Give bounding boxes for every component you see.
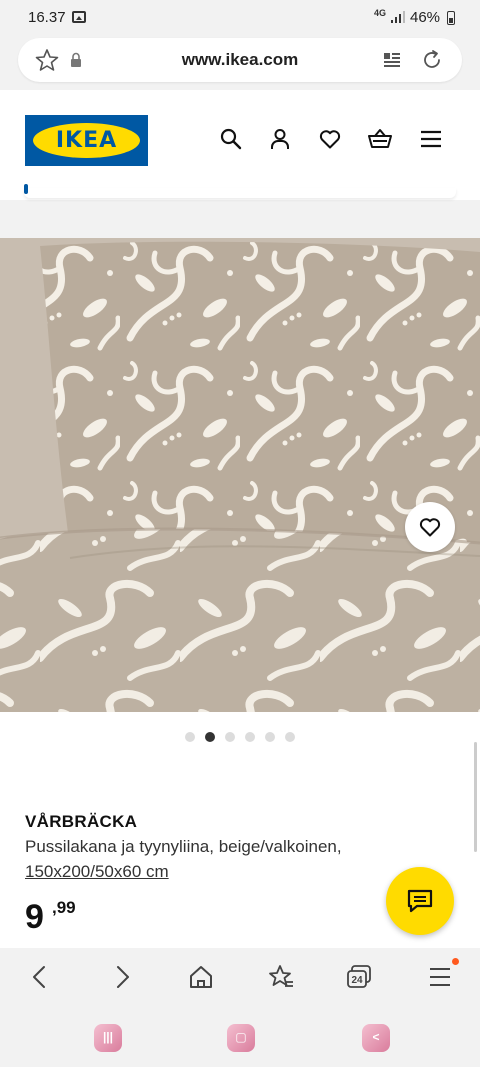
search-icon[interactable]	[219, 127, 243, 151]
browser-toolbar: 24	[0, 948, 480, 1008]
notification-dot	[452, 958, 459, 965]
bookmarks-icon[interactable]	[267, 964, 295, 990]
carousel-dot[interactable]	[245, 732, 255, 742]
heart-icon	[419, 518, 441, 537]
carousel-dot[interactable]	[185, 732, 195, 742]
account-icon[interactable]	[268, 127, 292, 151]
product-info: VÅRBRÄCKA Pussilakana ja tyynyliina, bei…	[0, 712, 480, 948]
recent-apps-button[interactable]: |||	[94, 1024, 122, 1052]
home-button[interactable]: ▢	[227, 1024, 255, 1052]
product-image[interactable]	[0, 238, 480, 712]
forward-icon[interactable]	[110, 964, 134, 990]
signal-icon	[391, 11, 405, 23]
product-name: VÅRBRÄCKA	[25, 812, 138, 831]
status-bar: 16.37 4G 46%	[0, 0, 480, 34]
back-icon[interactable]	[28, 964, 52, 990]
menu-icon[interactable]	[419, 127, 443, 151]
price-main: 9	[25, 898, 44, 936]
image-carousel-dots	[0, 732, 480, 742]
price-decimals: ,99	[52, 898, 76, 917]
system-back-icon: <	[372, 1030, 380, 1044]
gallery-notification-icon	[72, 11, 86, 23]
system-navigation-bar: ||| ▢ <	[0, 1008, 480, 1067]
chat-button[interactable]	[386, 867, 454, 935]
carousel-dot[interactable]	[285, 732, 295, 742]
browser-menu-icon[interactable]	[428, 964, 452, 990]
carousel-dot[interactable]	[265, 732, 275, 742]
network-type: 4G	[374, 8, 387, 18]
battery-icon	[447, 11, 455, 25]
product-size-link[interactable]: 150x200/50x60 cm	[25, 862, 169, 882]
reader-mode-icon[interactable]	[382, 50, 402, 70]
scrollbar[interactable]	[474, 742, 477, 852]
ikea-logo[interactable]: IKEA	[25, 115, 148, 166]
reload-icon[interactable]	[420, 48, 444, 72]
address-bar[interactable]: www.ikea.com	[18, 38, 462, 82]
product-photo	[0, 238, 480, 712]
logo-text: IKEA	[55, 128, 118, 153]
home-square-icon: ▢	[235, 1030, 247, 1044]
system-back-button[interactable]: <	[362, 1024, 390, 1052]
screen: 16.37 4G 46% www.ikea.com IKEA VÅRBRÄCKA…	[0, 0, 480, 1067]
recent-apps-icon: |||	[102, 1030, 114, 1044]
tabs-icon[interactable]: 24	[345, 964, 373, 990]
chat-icon	[407, 889, 433, 913]
tab-count: 24	[351, 975, 363, 986]
product-description: Pussilakana ja tyynyliina, beige/valkoin…	[25, 837, 342, 856]
battery-percent: 46%	[410, 9, 441, 26]
home-icon[interactable]	[188, 964, 214, 990]
header-notice-edge	[24, 184, 456, 198]
heart-icon[interactable]	[318, 127, 342, 151]
carousel-dot[interactable]	[225, 732, 235, 742]
cart-icon[interactable]	[367, 127, 393, 151]
favourite-button[interactable]	[405, 502, 455, 552]
site-header: IKEA	[0, 90, 480, 200]
carousel-dot-active[interactable]	[205, 732, 215, 742]
status-time: 16.37	[28, 9, 66, 26]
